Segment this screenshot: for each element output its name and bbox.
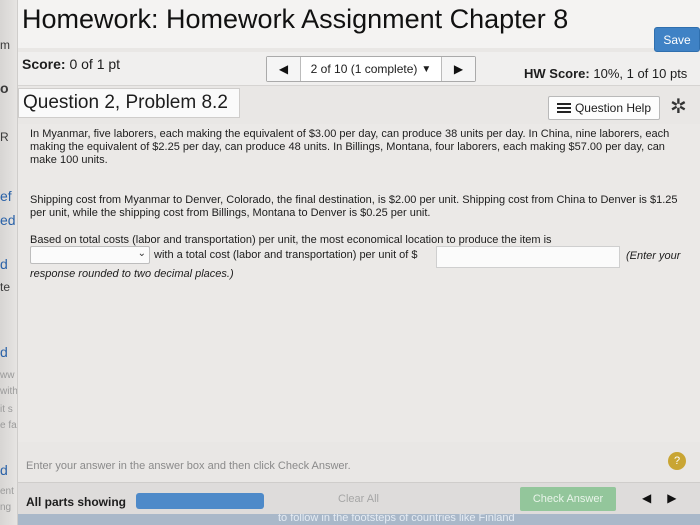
- previous-question-button[interactable]: ◀: [267, 57, 301, 81]
- left-strip-text: ed: [0, 212, 16, 228]
- left-strip-text: ww: [0, 370, 15, 381]
- answer-middle-text: with a total cost (labor and transportat…: [154, 249, 418, 261]
- clear-all-button[interactable]: Clear All: [338, 493, 379, 505]
- title-bar: Homework: Homework Assignment Chapter 8 …: [18, 0, 700, 52]
- question-score: Score: 0 of 1 pt: [22, 56, 120, 72]
- left-strip-text: d: [0, 462, 8, 478]
- parts-progress-bar: [136, 493, 264, 509]
- hw-score-label: HW Score:: [524, 66, 590, 81]
- left-strip-text: d: [0, 344, 8, 360]
- question-body: In Myanmar, five laborers, each making t…: [18, 124, 700, 442]
- question-pager: ◀ 2 of 10 (1 complete) ▼ ▶: [266, 56, 476, 82]
- triangle-left-icon: ◀: [278, 62, 289, 76]
- part-navigation: ◀ ▶: [634, 491, 684, 505]
- hw-score: HW Score: 10%, 1 of 10 pts: [524, 66, 687, 81]
- help-question-icon[interactable]: ?: [668, 452, 686, 470]
- check-answer-button[interactable]: Check Answer: [520, 487, 616, 511]
- left-strip-text: te: [0, 280, 11, 294]
- left-panel-strip: m o R ef ed d te d ww with it s e fa d e…: [0, 0, 18, 525]
- left-strip-text: ef: [0, 188, 12, 204]
- gear-icon[interactable]: ✲: [670, 94, 687, 119]
- total-cost-input[interactable]: [436, 246, 620, 268]
- background-page-strip: to follow in the footsteps of countries …: [18, 514, 700, 525]
- problem-paragraph-labor: In Myanmar, five laborers, each making t…: [30, 128, 670, 166]
- left-strip-text: it s: [0, 404, 13, 415]
- instruction-text: Enter your answer in the answer box and …: [26, 460, 351, 472]
- question-selector-label: 2 of 10 (1 complete): [310, 62, 418, 76]
- question-header: Question 2, Problem 8.2 Question Help ✲: [18, 88, 700, 122]
- previous-part-icon[interactable]: ◀: [642, 491, 651, 505]
- question-selector[interactable]: 2 of 10 (1 complete) ▼: [301, 57, 441, 81]
- save-button[interactable]: Save: [654, 27, 700, 52]
- left-strip-text: R: [0, 130, 9, 144]
- status-bar: Enter your answer in the answer box and …: [18, 448, 700, 478]
- hw-score-value: 10%, 1 of 10 pts: [593, 66, 688, 81]
- triangle-right-icon: ▶: [453, 62, 464, 76]
- left-strip-text: o: [0, 80, 9, 96]
- score-value: 0 of 1 pt: [69, 56, 121, 72]
- chevron-down-icon: ⌄: [137, 248, 146, 259]
- parts-showing-label: All parts showing: [26, 495, 127, 509]
- next-question-button[interactable]: ▶: [441, 57, 475, 81]
- problem-paragraph-shipping: Shipping cost from Myanmar to Denver, Co…: [30, 194, 678, 219]
- left-strip-text: with: [0, 386, 18, 397]
- background-page-text: to follow in the footsteps of countries …: [278, 514, 515, 524]
- left-strip-text: ng: [0, 502, 12, 513]
- left-strip-text: ent: [0, 486, 14, 497]
- page-title: Homework: Homework Assignment Chapter 8: [22, 4, 569, 34]
- rounding-note-end: response rounded to two decimal places.): [30, 268, 234, 280]
- question-title: Question 2, Problem 8.2: [18, 88, 240, 118]
- score-label: Score:: [22, 56, 66, 72]
- question-help-button[interactable]: Question Help: [548, 96, 660, 120]
- question-help-label: Question Help: [574, 101, 652, 115]
- next-part-icon[interactable]: ▶: [667, 491, 676, 505]
- left-strip-text: m: [0, 38, 10, 52]
- parts-progress-fill: [136, 493, 264, 509]
- location-dropdown[interactable]: ⌄: [30, 246, 150, 264]
- list-icon: [556, 103, 571, 113]
- answer-row: ⌄ with a total cost (labor and transport…: [30, 246, 694, 268]
- rounding-note-start: (Enter your: [626, 250, 681, 262]
- score-bar: Score: 0 of 1 pt ◀ 2 of 10 (1 complete) …: [18, 52, 700, 86]
- left-strip-text: e fa: [0, 420, 17, 431]
- left-strip-text: d: [0, 256, 8, 272]
- caret-down-icon: ▼: [421, 63, 432, 75]
